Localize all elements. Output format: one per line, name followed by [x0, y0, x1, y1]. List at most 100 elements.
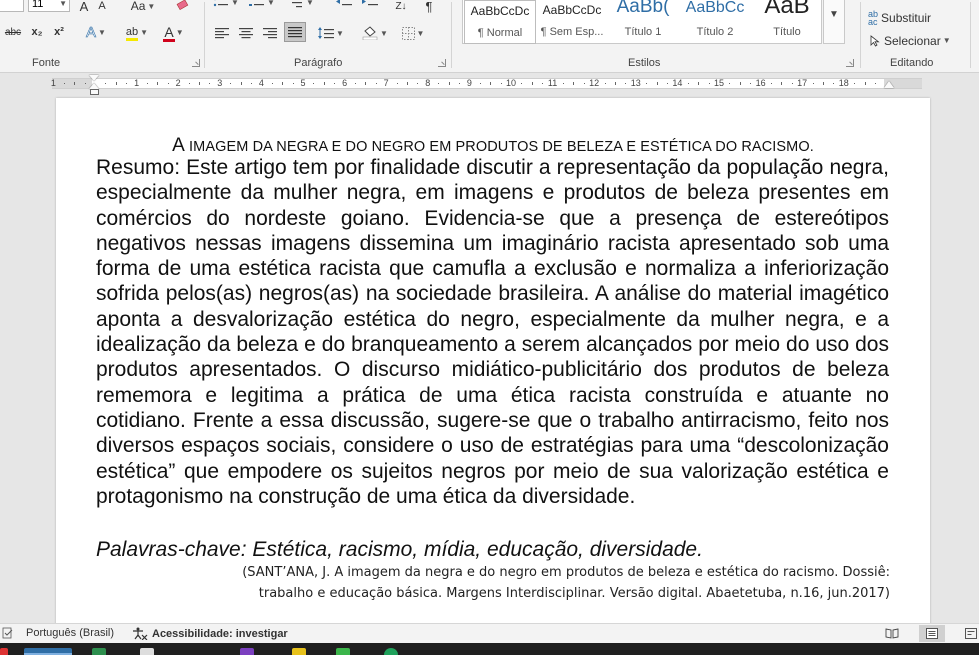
ruler-number: 16: [755, 78, 766, 88]
ruler-number: 18: [838, 78, 849, 88]
ruler-tick: [209, 83, 211, 84]
increase-indent-button[interactable]: [360, 0, 380, 12]
style-title[interactable]: AaB Título: [751, 0, 823, 44]
ruler-tick: [646, 83, 648, 84]
highlight-button[interactable]: ab ▼: [120, 22, 154, 42]
book-icon: [885, 628, 899, 639]
superscript-button[interactable]: x²: [50, 22, 68, 42]
read-mode-button[interactable]: [879, 625, 905, 642]
sort-button[interactable]: Z↓: [392, 0, 410, 16]
word-taskbar-icon[interactable]: [24, 648, 72, 655]
chevron-down-icon: ▼: [59, 0, 67, 8]
ruler-tick: [500, 83, 502, 84]
justify-button[interactable]: [284, 22, 306, 42]
ruler-tick: [687, 83, 689, 84]
paragraph-dialog-launcher[interactable]: [438, 59, 446, 67]
ruler-tick: [105, 83, 107, 84]
ruler-tick: [147, 83, 148, 84]
horizontal-ruler[interactable]: 1 1 2 3 4 5 6 7 8 9 10 11 12 13 14 15 16 17 18: [0, 73, 979, 95]
grow-font-button[interactable]: A: [76, 0, 92, 16]
style-preview: AaBb(: [616, 0, 670, 17]
ruler-tick: [334, 83, 336, 84]
decrease-indent-button[interactable]: [334, 0, 354, 12]
language-button[interactable]: Português (Brasil): [26, 627, 114, 639]
bullets-button[interactable]: ▼: [212, 0, 240, 12]
select-button[interactable]: Selecionar ▼: [870, 33, 951, 49]
ruler-tick: [438, 83, 440, 84]
shading-button[interactable]: ▼: [360, 23, 390, 43]
chevron-down-icon: ▼: [829, 9, 839, 20]
ruler-tick: [833, 83, 835, 84]
replace-button[interactable]: ab ac Substituir: [868, 10, 931, 27]
numbering-button[interactable]: ▼: [248, 0, 276, 12]
ruler-number: 11: [547, 78, 558, 88]
document-area[interactable]: A IMAGEM DA NEGRA E DO NEGRO EM PRODUTOS…: [0, 95, 979, 623]
styles-group-label: Estilos: [628, 57, 661, 69]
text-effects-button[interactable]: A ▼: [82, 22, 110, 42]
align-center-button[interactable]: [236, 23, 256, 43]
line-spacing-button[interactable]: ▼: [316, 23, 346, 43]
ruler-tick: [698, 82, 700, 85]
ruler-number: 5: [300, 78, 306, 88]
ruler-number: 9: [466, 78, 472, 88]
style-heading-2[interactable]: AaBbCc Título 2: [679, 0, 751, 44]
app-icon[interactable]: [0, 648, 8, 655]
change-case-label: Aa: [130, 0, 146, 13]
web-layout-button[interactable]: [958, 625, 979, 642]
style-no-spacing[interactable]: AaBbCcDc ¶ Sem Esp...: [536, 0, 608, 44]
styles-dialog-launcher[interactable]: [846, 59, 854, 67]
ruler-tick: [63, 83, 65, 84]
abstract-paragraph: Resumo: Este artigo tem por finalidade d…: [96, 156, 889, 508]
shrink-font-button[interactable]: A: [94, 0, 110, 16]
accessibility-button[interactable]: Acessibilidade: investigar: [132, 627, 288, 640]
print-layout-button[interactable]: [919, 625, 945, 642]
font-size-box[interactable]: 11 ▼: [28, 0, 70, 12]
change-case-button[interactable]: Aa ▼: [130, 0, 156, 16]
multilevel-list-icon: [292, 2, 303, 8]
font-color-button[interactable]: A ▼: [158, 22, 190, 42]
style-preview: AaBbCc: [685, 0, 745, 16]
taskbar: [0, 643, 979, 655]
align-left-button[interactable]: [212, 23, 232, 43]
clear-formatting-button[interactable]: [172, 0, 192, 16]
align-right-button[interactable]: [260, 23, 280, 43]
highlight-label: ab: [125, 26, 139, 38]
font-color-icon: A: [163, 24, 175, 42]
font-name-box[interactable]: [0, 0, 24, 12]
strikethrough-button[interactable]: abc: [2, 22, 24, 42]
ruler-tick: [656, 82, 658, 85]
styles-more-button[interactable]: ▼: [823, 0, 845, 44]
subscript-button[interactable]: x₂: [28, 22, 46, 42]
style-normal[interactable]: AaBbCcDc ¶ Normal: [464, 0, 536, 44]
ruler-tick: [292, 83, 294, 84]
multilevel-list-button[interactable]: ▼: [286, 0, 316, 12]
style-heading-1[interactable]: AaBb( Título 1: [607, 0, 679, 44]
notepad-taskbar-icon[interactable]: [140, 648, 154, 655]
chrome-taskbar-icon[interactable]: [384, 648, 398, 655]
ruler-number: 10: [505, 78, 517, 88]
right-indent-marker[interactable]: [884, 81, 894, 88]
ruler-number: 13: [630, 78, 641, 88]
select-label: Selecionar: [884, 34, 941, 48]
ruler-tick: [573, 82, 575, 85]
accessibility-icon: [133, 627, 148, 640]
first-line-indent-marker[interactable]: [89, 75, 99, 81]
ruler-tick: [864, 82, 866, 85]
excel-taskbar-icon[interactable]: [92, 648, 106, 655]
proofing-button[interactable]: [2, 627, 14, 639]
folder-taskbar-icon[interactable]: [292, 648, 306, 655]
font-dialog-launcher[interactable]: [192, 59, 200, 67]
app-taskbar-icon[interactable]: [336, 648, 350, 655]
onenote-taskbar-icon[interactable]: [240, 648, 254, 655]
align-center-icon: [239, 28, 253, 39]
ruler-track: 1 1 2 3 4 5 6 7 8 9 10 11 12 13 14 15 16 17 18: [51, 78, 922, 89]
text-effects-label: A: [86, 23, 97, 41]
grow-font-label: A: [79, 0, 89, 14]
borders-button[interactable]: ▼: [398, 23, 428, 43]
ruler-number: 15: [713, 78, 725, 88]
ruler-tick: [355, 83, 356, 84]
line-spacing-icon: [318, 27, 335, 39]
show-formatting-button[interactable]: ¶: [420, 0, 438, 16]
keywords-line: Palavras-chave: Estética, racismo, mídia…: [96, 538, 703, 561]
document-page[interactable]: A IMAGEM DA NEGRA E DO NEGRO EM PRODUTOS…: [56, 98, 930, 623]
